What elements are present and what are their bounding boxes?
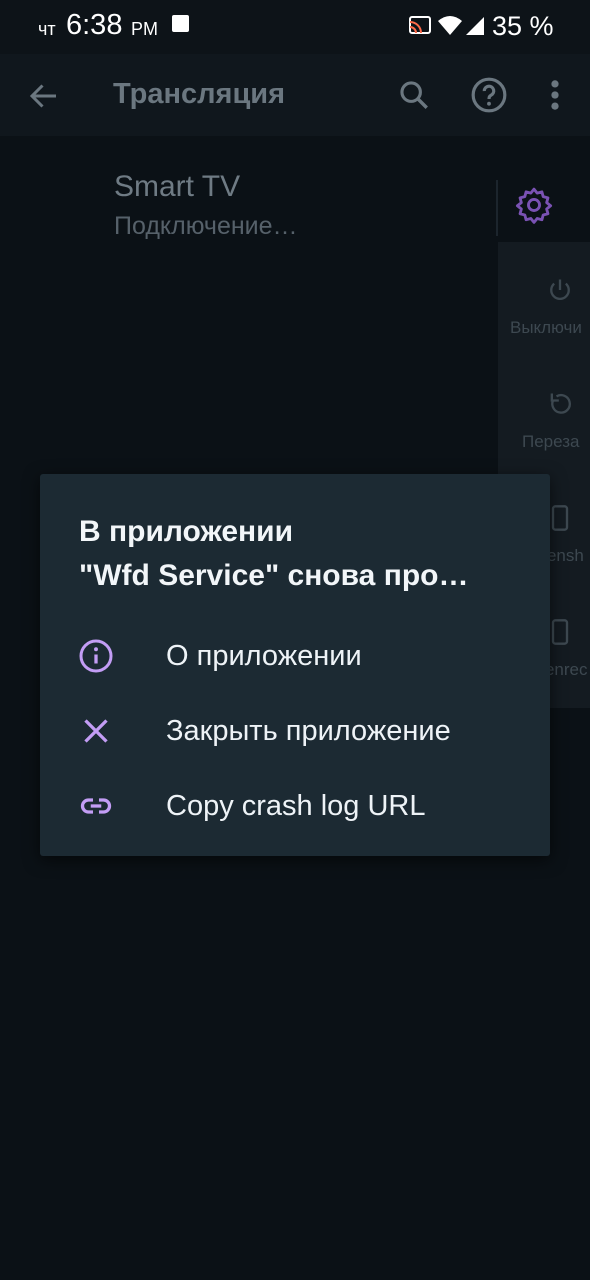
back-arrow-icon[interactable]: [26, 78, 62, 114]
option-label: Copy crash log URL: [166, 790, 426, 822]
option-label: Закрыть приложение: [166, 715, 451, 747]
power-icon: [550, 279, 570, 301]
side-item-label: Переза: [522, 432, 580, 451]
more-vert-icon[interactable]: [540, 76, 570, 114]
dialog-title: В приложении "Wfd Service" снова про…: [79, 510, 519, 598]
phone-icon: [551, 619, 569, 645]
status-time: 6:38: [66, 9, 123, 41]
option-label: О приложении: [166, 640, 362, 672]
help-icon[interactable]: [470, 76, 508, 114]
battery-level: 35 %: [492, 11, 554, 41]
status-day: чт: [38, 19, 56, 39]
device-name: Smart TV: [114, 170, 241, 203]
phone-icon: [551, 505, 569, 531]
notification-square-icon: [172, 15, 189, 32]
status-bar: чт 6:38 PM 35 %: [0, 0, 590, 54]
restart-icon: [550, 393, 571, 414]
info-icon: [79, 639, 113, 673]
divider: [496, 180, 498, 236]
dialog-title-line: "Wfd Service" снова про…: [79, 559, 469, 592]
device-status: Подключение…: [114, 212, 298, 240]
status-ampm: PM: [131, 19, 158, 39]
side-item-label: Выключи: [510, 318, 582, 337]
close-icon: [84, 719, 108, 743]
search-icon[interactable]: [397, 78, 431, 112]
signal-icon: [466, 17, 484, 35]
page-title: Трансляция: [113, 78, 286, 110]
cast-icon: [409, 16, 431, 34]
wifi-icon: [438, 16, 462, 35]
crash-dialog: В приложении "Wfd Service" снова про… О …: [40, 474, 550, 856]
app-info-option[interactable]: О приложении: [40, 621, 550, 691]
copy-crash-log-option[interactable]: Copy crash log URL: [40, 771, 550, 841]
gear-icon[interactable]: [515, 186, 553, 224]
dialog-title-line: В приложении: [79, 515, 294, 548]
status-icons: [409, 16, 484, 35]
link-icon: [80, 798, 112, 814]
close-app-option[interactable]: Закрыть приложение: [40, 696, 550, 766]
app-bar: Трансляция: [0, 54, 590, 136]
